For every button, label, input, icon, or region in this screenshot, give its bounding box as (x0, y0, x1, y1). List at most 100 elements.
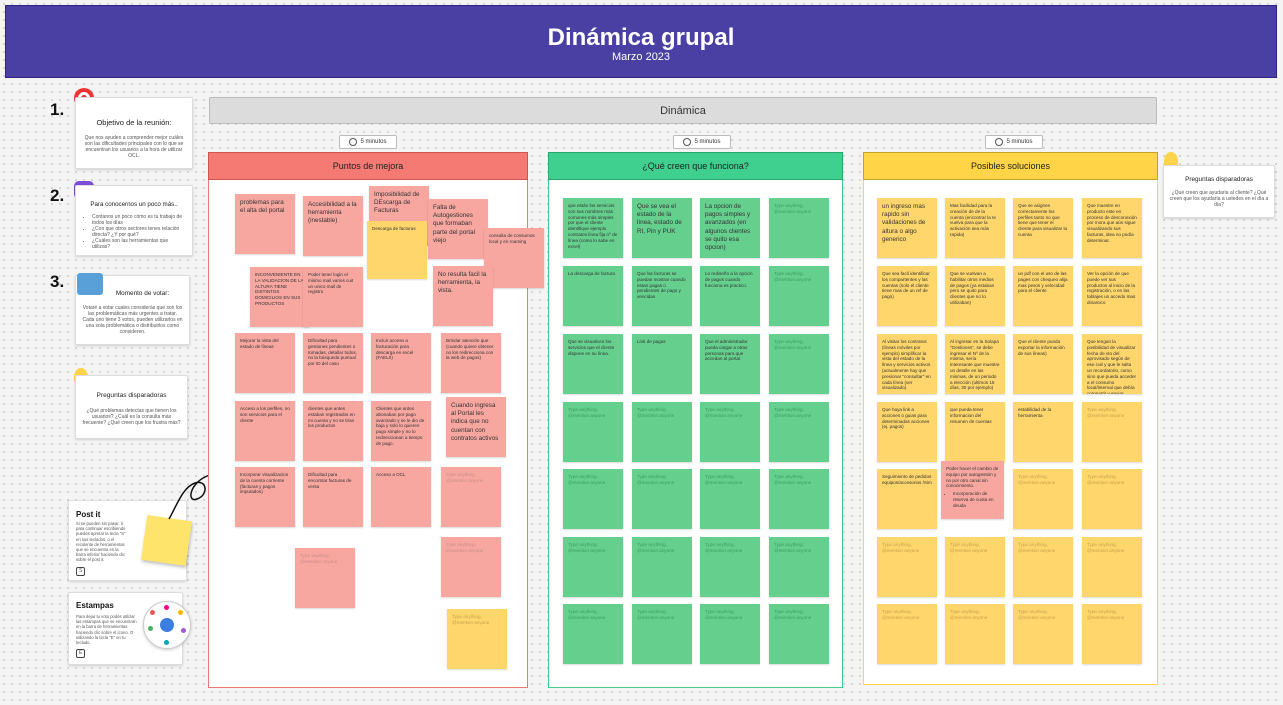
timer-soluciones[interactable]: 5 minutos (985, 135, 1043, 149)
sticky-note-empty[interactable]: Type anything, @mention anyone (563, 469, 623, 529)
sticky-note[interactable]: que pueda tener informacion del resumen … (945, 402, 1005, 462)
sticky-note[interactable]: Dificultad para encontrar facturas de ve… (303, 467, 363, 527)
sticky-note-empty[interactable]: Type anything, @mention anyone (632, 469, 692, 529)
sticky-note[interactable]: Que tengan la posibilidad de visualizar … (1082, 334, 1142, 394)
sticky-note-empty[interactable]: Type anything, @mention anyone (632, 537, 692, 597)
timer-label: 5 minutos (1006, 139, 1033, 145)
sticky-note[interactable]: La opcion de pagos simples y avanzados (… (700, 198, 760, 258)
sticky-note-empty[interactable]: Type anything, @mention anyone (563, 402, 623, 462)
sticky-note[interactable]: Cuando ingresa al Portal les indica que … (446, 397, 506, 457)
timer-icon (995, 138, 1004, 146)
stamp-picker-icon[interactable] (143, 601, 191, 649)
sticky-note-empty[interactable]: Type anything, @mention anyone (945, 604, 1005, 664)
sticky-note[interactable]: Que se vuelvan a habilitar otros medios … (945, 266, 1005, 326)
sticky-note[interactable]: Seguimiento de pedidos equipos/accesorio… (877, 469, 937, 529)
step-number-1: 1. (50, 100, 65, 119)
sticky-note[interactable]: INCONVENIENTE EN LA VALIDACION DE LA ALT… (250, 267, 310, 327)
questions-right-card[interactable]: Preguntas disparadoras ¿Qué creen que ay… (1163, 165, 1275, 218)
timer-mejora[interactable]: 5 minutos (339, 135, 397, 149)
sticky-note[interactable]: Ver la opción de que puede ver sus produ… (1082, 266, 1142, 326)
sticky-note[interactable]: Acceso a los perfiles, no son servicios … (235, 401, 295, 461)
sticky-note-empty[interactable]: Type anything, @mention anyone (769, 402, 829, 462)
sticky-note[interactable]: Que se visualicen los servicios que el c… (563, 334, 623, 394)
sticky-note-empty[interactable]: Type anything, @mention anyone (769, 198, 829, 258)
timer-funciona[interactable]: 5 minutos (673, 135, 731, 149)
sticky-note[interactable]: un ingreso mas rapido sin validaciones d… (877, 198, 937, 258)
dinamica-section-header: Dinámica (209, 97, 1157, 124)
objective-card[interactable]: Objetivo de la reunión: Que nos ayuden a… (75, 97, 193, 169)
sticky-note-empty[interactable]: Type anything, @mention anyone (877, 537, 937, 597)
sticky-note[interactable]: Poder hacer el cambio de equipo por auto… (941, 461, 1004, 519)
board-subtitle: Marzo 2023 (611, 51, 671, 63)
sticky-note[interactable]: Incluir acceso a facturación para descar… (371, 333, 431, 393)
sticky-note[interactable]: Al ingresar en la Solapa "Gestiones", se… (945, 334, 1005, 394)
sticky-note-empty[interactable]: Type anything, @mention anyone (945, 537, 1005, 597)
questions-body: ¿Qué problemas detectas que tienen los u… (82, 408, 181, 426)
sticky-note-empty[interactable]: Type anything, @mention anyone (877, 604, 937, 664)
sticky-note[interactable]: La descarga de factura (563, 266, 623, 326)
sticky-note-empty[interactable]: Type anything, @mention anyone (1082, 402, 1142, 462)
sticky-note[interactable]: Descarga de facturas (367, 221, 427, 279)
postit-body: Si se pueden sin pasar, ti para continua… (76, 521, 126, 563)
sticky-note[interactable]: Incorporar visualizacion de la cuenta co… (235, 467, 295, 527)
sticky-note[interactable]: Que se vea el estado de la línea, estado… (632, 198, 692, 258)
intro-item: ¿Con que otros sectores tenes relación d… (92, 226, 186, 238)
sticky-note[interactable]: Mejorar la vista del estado de líneas (235, 333, 295, 393)
sticky-note-empty[interactable]: Type anything, @mention anyone (700, 402, 760, 462)
sticky-note-empty[interactable]: Type anything, @mention anyone (700, 537, 760, 597)
sticky-note-empty[interactable]: Type anything, @mention anyone (295, 548, 355, 608)
sticky-note[interactable]: Que haya link a acciones o guias para de… (877, 402, 937, 462)
sticky-note-bullet: Incorporación de reserva de cuota en deu… (953, 491, 999, 508)
sticky-note[interactable]: Que se asignen correctamente los perfile… (1013, 198, 1073, 258)
sticky-note-empty[interactable]: Type anything, @mention anyone (769, 537, 829, 597)
questions-card[interactable]: Preguntas disparadoras ¿Qué problemas de… (75, 375, 188, 439)
sticky-note[interactable]: Que muestre en producto este en proceso … (1082, 198, 1142, 258)
sticky-note[interactable]: estabilidad de la herramienta (1013, 402, 1073, 462)
sticky-note[interactable]: un pdf con el uso de las pages con chequ… (1013, 266, 1073, 326)
sticky-note-empty[interactable]: Type anything, @mention anyone (447, 609, 507, 669)
sticky-note-empty[interactable]: Type anything, @mention anyone (441, 467, 501, 527)
sticky-note-empty[interactable]: Type anything, @mention anyone (769, 469, 829, 529)
sticky-note[interactable]: Lo rediseño a la opcion de pagos cuando … (700, 266, 760, 326)
sticky-note[interactable]: Al visitar los contratos (líneas móviles… (877, 334, 937, 394)
sticky-note[interactable]: No resulta facil la herramienta, la vist… (433, 266, 493, 326)
board-title: Dinámica grupal (547, 24, 735, 51)
sticky-note[interactable]: consulta de consumos local y en roaming (484, 228, 544, 288)
sticky-note[interactable]: problemas para el alta del portal (235, 194, 295, 254)
sticky-note[interactable]: que están los servicios con sus nombres … (563, 198, 623, 258)
sticky-note[interactable]: Poder tener login el mismo mail varios c… (303, 267, 363, 327)
sticky-note[interactable]: Dificultad para gestiones pendientes o t… (303, 333, 363, 393)
sticky-note[interactable]: Mas facilidad para la creación de de la … (945, 198, 1005, 258)
sticky-note-empty[interactable]: Type anything, @mention anyone (769, 604, 829, 664)
sticky-note-empty[interactable]: Type anything, @mention anyone (1013, 469, 1073, 529)
sticky-note-empty[interactable]: Type anything, @mention anyone (769, 266, 829, 326)
sticky-note-empty[interactable]: Type anything, @mention anyone (1082, 604, 1142, 664)
sticky-note-empty[interactable]: Type anything, @mention anyone (700, 469, 760, 529)
sticky-note-empty[interactable]: Type anything, @mention anyone (1013, 604, 1073, 664)
sticky-note[interactable]: Link de pagos (632, 334, 692, 394)
sticky-note-empty[interactable]: Type anything, @mention anyone (632, 402, 692, 462)
sticky-note-empty[interactable]: Type anything, @mention anyone (1013, 537, 1073, 597)
sticky-note[interactable]: clientes que antes estaban registrados e… (303, 401, 363, 461)
sticky-note-empty[interactable]: Type anything, @mention anyone (1082, 537, 1142, 597)
sticky-note[interactable]: Que las facturas se puedan mostrar cuand… (632, 266, 692, 326)
sticky-note-empty[interactable]: Type anything, @mention anyone (1082, 469, 1142, 529)
sticky-note-empty[interactable]: Type anything, @mention anyone (769, 334, 829, 394)
sticky-note[interactable]: Accesibilidad a la herramienta (inestabl… (303, 196, 363, 256)
sticky-note-empty[interactable]: Type anything, @mention anyone (441, 537, 501, 597)
intro-card[interactable]: Para conocernos un poco más.. Contanos u… (75, 185, 193, 256)
sticky-note[interactable]: Que el administrador pueda cargar a otra… (700, 334, 760, 394)
sticky-note-empty[interactable]: Type anything, @mention anyone (700, 604, 760, 664)
timer-icon (349, 138, 358, 146)
sticky-note[interactable]: Falta de Autogestiones que formaban part… (428, 199, 488, 259)
sticky-note[interactable]: Clientes que antes abonaban por pago ava… (371, 401, 431, 461)
sticky-note[interactable]: Brindar atención que (cuando quiere obte… (441, 333, 501, 393)
column-title-soluciones: Posibles soluciones (863, 152, 1158, 180)
sticky-note[interactable]: Que el cliente pueda exportar la informa… (1013, 334, 1073, 394)
sticky-note-empty[interactable]: Type anything, @mention anyone (563, 604, 623, 664)
questions-right-body: ¿Qué creen que ayudaría al cliente? ¿Qué… (1169, 190, 1269, 208)
sticky-note[interactable]: Acceso a OCL (371, 467, 431, 527)
sticky-note[interactable]: Que sea facil identificar los compartent… (877, 266, 937, 326)
sticky-note-empty[interactable]: Type anything, @mention anyone (563, 537, 623, 597)
sticky-note-empty[interactable]: Type anything, @mention anyone (632, 604, 692, 664)
